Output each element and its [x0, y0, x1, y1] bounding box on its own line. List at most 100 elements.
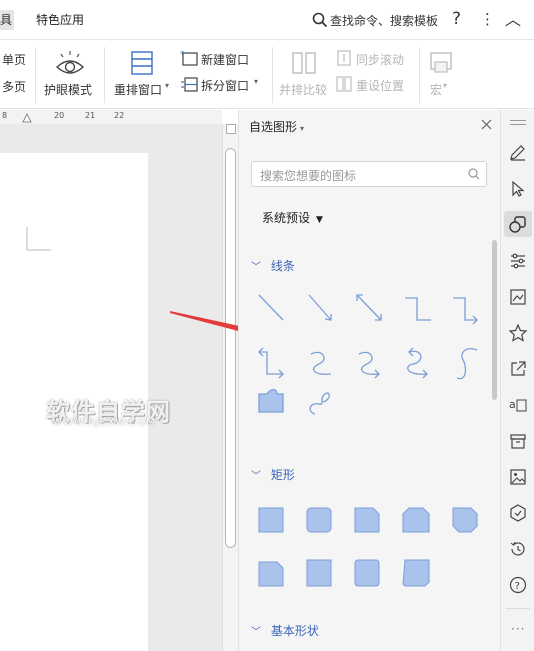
shape-elbow-arrow[interactable]: [453, 297, 478, 325]
split-window-label: 拆分窗口: [201, 79, 250, 93]
more-menu-button[interactable]: ⋮: [480, 10, 495, 28]
ruler-tick-label: 20: [54, 111, 65, 120]
indent-marker-icon[interactable]: [22, 113, 32, 123]
eye-icon: [55, 51, 85, 74]
shape-line[interactable]: [258, 294, 284, 321]
shape-search-input[interactable]: 搜索您想要的图标: [251, 161, 487, 187]
macro-button[interactable]: 宏 ▾: [424, 45, 458, 103]
shape-round-same-side-rect[interactable]: [354, 559, 380, 587]
reset-position-button[interactable]: 重设位置: [336, 75, 410, 95]
shape-scribble[interactable]: [309, 392, 330, 415]
shape-elbow-connector[interactable]: [405, 297, 431, 321]
ruler-tick-label: 21: [85, 111, 96, 120]
sync-scroll-icon: [337, 50, 351, 66]
picture-icon[interactable]: [508, 467, 528, 487]
shape-search-placeholder: 搜索您想要的图标: [260, 169, 357, 183]
help-icon[interactable]: ?: [508, 575, 528, 595]
macro-label: 宏: [430, 83, 443, 97]
eye-mode-label: 护眼模式: [44, 83, 93, 97]
image-edit-icon[interactable]: [508, 287, 528, 307]
panel-title[interactable]: 自选图形 ▾: [249, 118, 304, 135]
margin-corner-mark: [26, 227, 51, 251]
new-window-button[interactable]: * 新建窗口: [180, 49, 252, 69]
split-window-icon: [181, 77, 198, 92]
single-page-button[interactable]: 单页: [2, 51, 26, 68]
right-tool-strip: a ? ···: [500, 110, 534, 651]
chevron-down-icon: ▾: [443, 81, 448, 90]
split-window-button[interactable]: 拆分窗口 ▾: [180, 75, 262, 95]
chevron-down-icon: ﹀: [251, 627, 261, 638]
search-icon: [312, 12, 328, 28]
section-lines-header[interactable]: ﹀ 线条: [251, 257, 295, 274]
section-rect-label: 矩形: [270, 468, 295, 482]
section-rect-header[interactable]: ﹀ 矩形: [251, 466, 295, 483]
translate-icon[interactable]: a: [508, 395, 528, 415]
shape-double-arrow[interactable]: [356, 294, 382, 321]
shape-arrow[interactable]: [308, 294, 332, 321]
shape-snip-diagonal-rect[interactable]: [452, 507, 478, 533]
shape-curve[interactable]: [456, 348, 478, 380]
rearrange-window-icon: [131, 51, 153, 75]
document-scrollbar[interactable]: [222, 124, 238, 651]
macro-icon: [430, 52, 452, 73]
section-lines-label: 线条: [270, 259, 295, 273]
star-icon[interactable]: [508, 323, 528, 343]
shape-curved-arrow[interactable]: [358, 351, 380, 379]
strip-divider: [506, 608, 530, 609]
panel-scrollbar-thumb[interactable]: [492, 240, 497, 400]
share-icon[interactable]: [508, 359, 528, 379]
sync-scroll-button[interactable]: 同步滚动: [336, 49, 410, 69]
rect-shapes-grid: [258, 507, 478, 587]
section-basic-header[interactable]: ﹀ 基本形状: [251, 622, 319, 639]
shapes-icon[interactable]: [508, 214, 528, 234]
ribbon-toolbar: 单页 多页 护眼模式 重排窗口 ▾ * 新建窗口 拆分窗口 ▾ 并排比较 同步滚…: [0, 41, 534, 109]
shape-round-diagonal-rect[interactable]: [402, 559, 430, 587]
watermark-url: WWW.RJZXW.COM: [52, 417, 156, 428]
multi-page-button[interactable]: 多页: [2, 78, 26, 95]
shape-rectangle[interactable]: [258, 507, 284, 533]
ribbon-divider: [419, 47, 420, 103]
adjust-icon[interactable]: [508, 251, 528, 271]
cursor-icon[interactable]: [508, 179, 528, 199]
shape-curved-double-arrow[interactable]: [407, 347, 428, 379]
shape-snip-same-side-rect[interactable]: [402, 507, 430, 533]
pen-icon[interactable]: [508, 143, 528, 163]
tab-tools[interactable]: 具: [0, 10, 14, 30]
scrollbar-thumb[interactable]: [225, 148, 236, 548]
ribbon-divider: [272, 47, 273, 103]
line-shapes-grid: [258, 294, 478, 415]
chevron-down-icon: ﹀: [251, 471, 261, 482]
tab-special-apps[interactable]: 特色应用: [36, 10, 84, 30]
archive-icon[interactable]: [508, 431, 528, 451]
preset-dropdown[interactable]: 系统预设 ▼: [262, 209, 323, 226]
help-button[interactable]: ?: [452, 9, 461, 29]
shield-icon[interactable]: [508, 503, 528, 523]
shape-snip-corner-rect[interactable]: [354, 507, 380, 533]
shape-snip-rect-2[interactable]: [258, 561, 284, 587]
shape-round-corner-rect[interactable]: [306, 559, 332, 587]
collapse-ribbon-button[interactable]: ︿: [505, 6, 521, 30]
more-icon[interactable]: ···: [511, 622, 525, 636]
shape-curved-connector[interactable]: [310, 351, 332, 375]
shape-freeform[interactable]: [258, 388, 284, 413]
strip-handle: [510, 124, 526, 125]
chevron-down-icon: ▾: [300, 124, 305, 133]
side-by-side-label: 并排比较: [279, 83, 328, 97]
close-icon[interactable]: [481, 119, 492, 130]
chevron-down-icon: ▾: [165, 81, 170, 90]
shape-elbow-double-arrow[interactable]: [258, 347, 284, 379]
reset-position-label: 重设位置: [356, 79, 405, 93]
side-by-side-button[interactable]: 并排比较: [276, 45, 332, 103]
sync-scroll-label: 同步滚动: [356, 53, 405, 67]
eye-mode-button[interactable]: 护眼模式: [40, 45, 98, 103]
svg-text:*: *: [180, 50, 185, 60]
search-icon[interactable]: [468, 168, 480, 180]
strip-handle: [510, 120, 526, 121]
rearrange-window-button[interactable]: 重排窗口 ▾: [110, 45, 172, 103]
history-icon[interactable]: [508, 539, 528, 559]
rearrange-window-label: 重排窗口: [114, 83, 163, 97]
split-view-toggle[interactable]: [226, 124, 236, 134]
shape-rounded-rectangle[interactable]: [306, 507, 332, 533]
ribbon-divider: [35, 47, 36, 103]
ruler-tick-label: 22: [114, 111, 125, 120]
